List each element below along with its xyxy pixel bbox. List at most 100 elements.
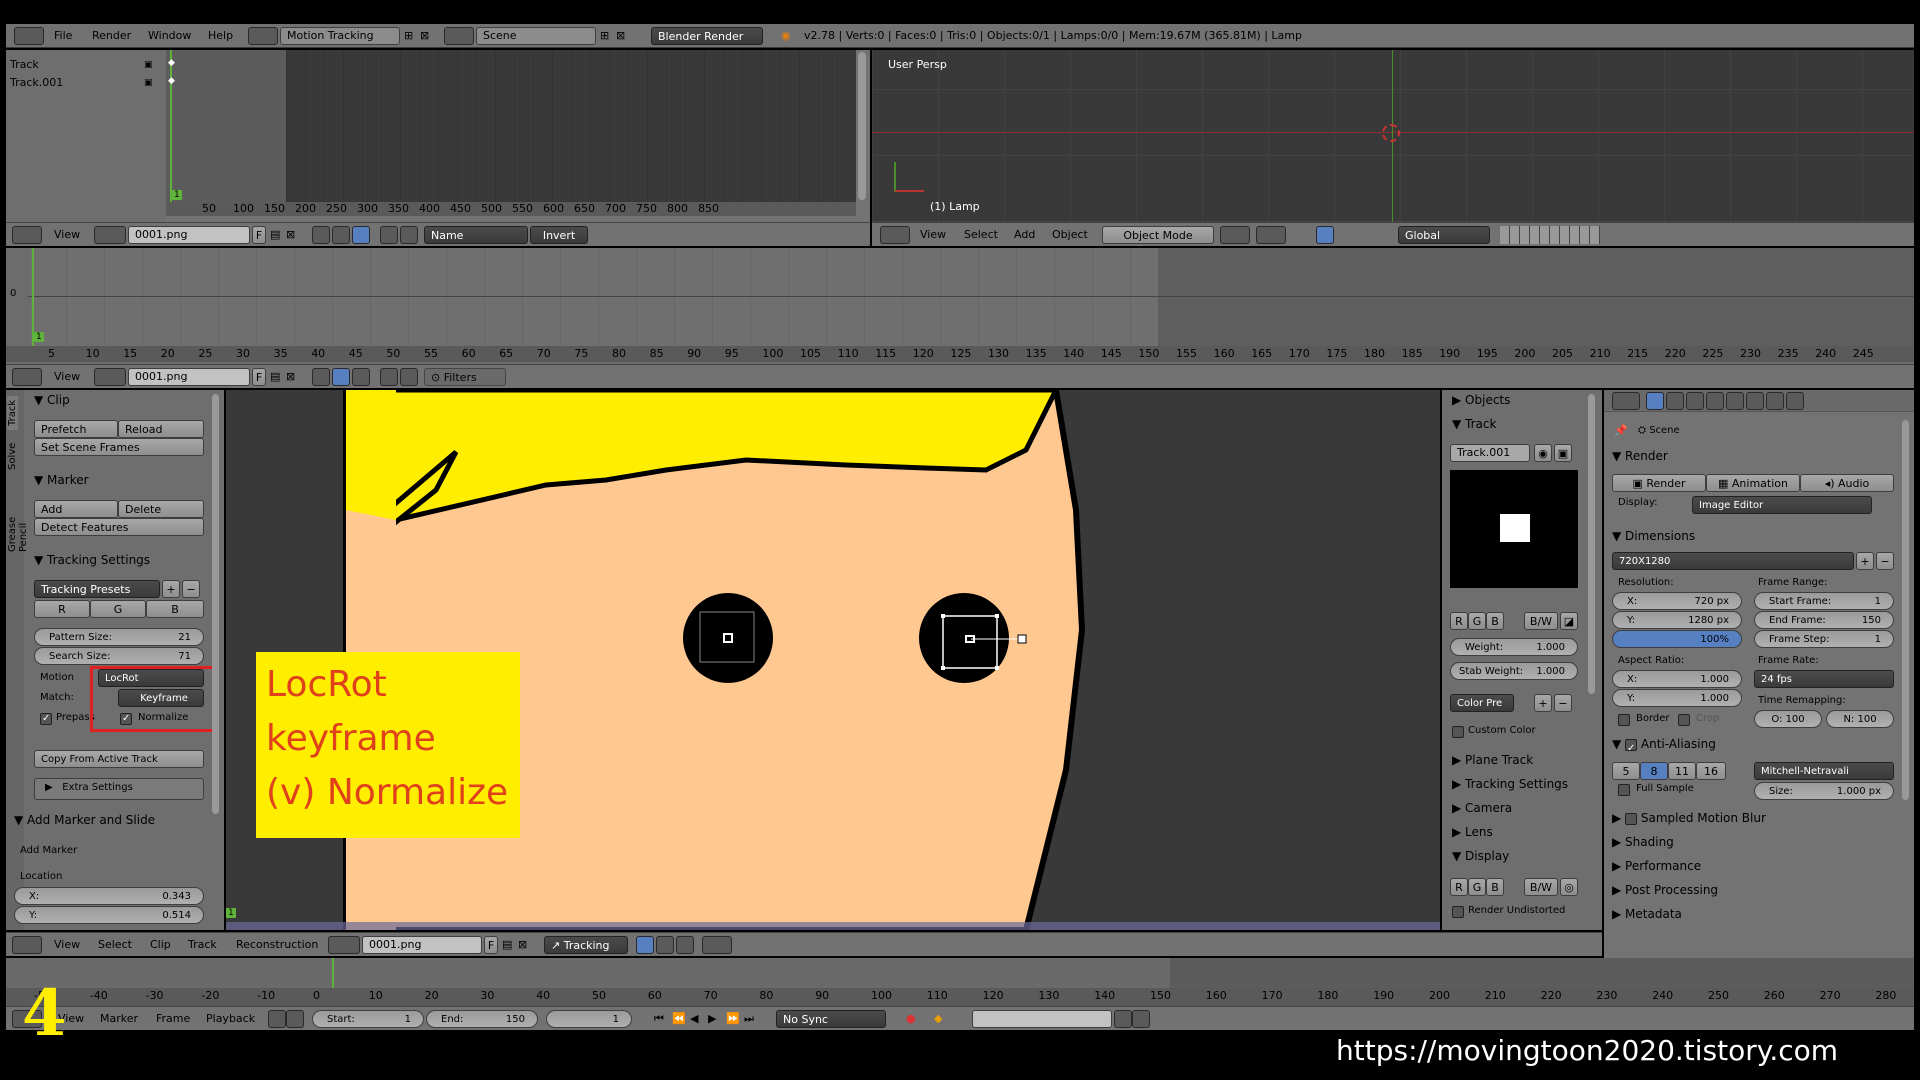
manipulator-icon[interactable]	[1316, 226, 1334, 244]
menu-add[interactable]: Add	[1014, 226, 1035, 244]
lock-icon[interactable]	[400, 226, 418, 244]
editor-type-icon[interactable]	[12, 226, 42, 244]
render-engine-select[interactable]: Blender Render	[651, 27, 763, 45]
pattern-size-field[interactable]: Pattern Size: 21	[34, 628, 204, 646]
copy-from-active-track-button[interactable]: Copy From Active Track	[34, 750, 204, 768]
start-frame-field[interactable]: Start: 1	[312, 1010, 424, 1028]
scene-tab-icon[interactable]	[1686, 392, 1704, 410]
keying-set-field[interactable]	[972, 1010, 1112, 1028]
mode-select[interactable]: Object Mode	[1102, 226, 1214, 244]
current-frame-field[interactable]: 1	[546, 1010, 632, 1028]
edit-icon[interactable]: ◪	[1560, 612, 1578, 630]
res-percentage-field[interactable]: 100%	[1612, 630, 1742, 648]
dopesheet-scrollbar[interactable]	[858, 52, 866, 200]
scene-icon[interactable]	[444, 27, 474, 45]
keying-set-icon[interactable]: ◆	[934, 1010, 942, 1028]
jump-end-icon[interactable]: ⏭	[744, 1010, 754, 1028]
search-size-field[interactable]: Search Size: 71	[34, 647, 204, 665]
audio-button[interactable]: ◂) Audio	[1800, 474, 1894, 492]
preview-range-icon[interactable]	[268, 1010, 286, 1028]
dimensions-header[interactable]: ▼ Dimensions	[1612, 526, 1695, 546]
channel-track-001[interactable]: Track.001	[10, 74, 63, 92]
menu-view[interactable]: View	[54, 936, 80, 954]
add-marker-slide-header[interactable]: ▼ Add Marker and Slide	[14, 810, 155, 830]
end-frame-field[interactable]: End: 150	[426, 1010, 538, 1028]
open-clip-icon[interactable]: ▤	[270, 368, 280, 386]
objects-panel-header[interactable]: ▶ Objects	[1452, 390, 1510, 410]
dimensions-preset-select[interactable]: 720X1280	[1612, 552, 1854, 570]
record-icon[interactable]: ●	[906, 1010, 916, 1028]
menu-frame[interactable]: Frame	[156, 1010, 190, 1028]
graph-area[interactable]: 0 1 5 10 15 20 25 30 35 40 45 50 55 60 65 70 75 80 85 90 9…	[6, 248, 1914, 366]
aspect-y-field[interactable]: Y: 1.000	[1612, 689, 1742, 707]
info-editor-icon[interactable]	[14, 27, 44, 45]
prefetch-button[interactable]: Prefetch	[34, 420, 118, 438]
track-panel-header[interactable]: ▼ Track	[1452, 414, 1496, 434]
display-select[interactable]: Image Editor	[1692, 496, 1872, 514]
tracking-settings-header[interactable]: ▶ Tracking Settings	[1452, 774, 1568, 794]
camera-header[interactable]: ▶ Camera	[1452, 798, 1512, 818]
menu-file[interactable]: File	[54, 27, 72, 45]
add-preset-icon[interactable]: +	[1856, 552, 1874, 570]
remove-preset-icon[interactable]: −	[182, 580, 200, 598]
remap-old-field[interactable]: O: 100	[1754, 710, 1822, 728]
motion-blur-checkbox[interactable]	[1625, 812, 1638, 825]
performance-header[interactable]: ▶ Performance	[1612, 856, 1701, 876]
screen-layout-field[interactable]: Motion Tracking	[280, 27, 400, 45]
add-scene-icon[interactable]: ⊞	[600, 27, 609, 45]
menu-object[interactable]: Object	[1052, 226, 1088, 244]
border-checkbox[interactable]	[1618, 714, 1630, 726]
res-y-field[interactable]: Y: 1280 px	[1612, 611, 1742, 629]
crop-checkbox[interactable]	[1678, 714, 1690, 726]
extra-settings-button[interactable]: ▶ Extra Settings	[34, 778, 204, 800]
remap-new-field[interactable]: N: 100	[1826, 710, 1894, 728]
tracking-settings-header[interactable]: ▼ Tracking Settings	[34, 550, 150, 570]
scene-field[interactable]: Scene	[476, 27, 596, 45]
view-mode-icon[interactable]	[636, 936, 654, 954]
3d-cursor-icon[interactable]	[1382, 124, 1400, 142]
channel-g-button[interactable]: G	[1468, 612, 1486, 630]
render-tab-icon[interactable]	[1646, 392, 1664, 410]
menu-help[interactable]: Help	[208, 27, 233, 45]
aa-samples-8[interactable]: 8	[1640, 762, 1668, 780]
clip-name-field[interactable]: 0001.png	[128, 226, 250, 244]
start-frame-field[interactable]: Start Frame: 1	[1754, 592, 1894, 610]
keyframe-icon[interactable]: ◆	[168, 58, 175, 68]
menu-view[interactable]: View	[920, 226, 946, 244]
keyframe-icon[interactable]: ◆	[168, 76, 175, 86]
remove-preset-icon[interactable]: −	[1554, 694, 1572, 712]
world-tab-icon[interactable]	[1706, 392, 1724, 410]
insert-keyframe-icon[interactable]	[1114, 1010, 1132, 1028]
close-clip-icon[interactable]: ⊠	[286, 226, 295, 244]
menu-reconstruction[interactable]: Reconstruction	[236, 936, 318, 954]
menu-render[interactable]: Render	[92, 27, 131, 45]
custom-color-checkbox[interactable]	[1452, 726, 1464, 738]
menu-marker[interactable]: Marker	[100, 1010, 138, 1028]
editor-type-icon[interactable]	[12, 936, 42, 954]
menu-select[interactable]: Select	[964, 226, 998, 244]
delete-keyframe-icon[interactable]	[1132, 1010, 1150, 1028]
remove-layout-icon[interactable]: ⊠	[420, 27, 429, 45]
tab-solve[interactable]: Solve	[7, 439, 18, 474]
clip-browse-icon[interactable]	[94, 368, 126, 386]
data-tab-icon[interactable]	[1766, 392, 1784, 410]
clip-name-field[interactable]: 0001.png	[128, 368, 250, 386]
shading-header[interactable]: ▶ Shading	[1612, 832, 1674, 852]
bw-button[interactable]: B/W	[1524, 612, 1558, 630]
plane-track-header[interactable]: ▶ Plane Track	[1452, 750, 1533, 770]
frame-step-field[interactable]: Frame Step: 1	[1754, 630, 1894, 648]
play-reverse-icon[interactable]: ◀	[690, 1010, 698, 1028]
dopesheet-timeline[interactable]	[286, 50, 856, 202]
fps-select[interactable]: 24 fps	[1754, 670, 1894, 688]
anti-aliasing-header[interactable]: ▼ Anti-Aliasing	[1612, 734, 1716, 754]
close-clip-icon[interactable]: ⊠	[286, 368, 295, 386]
aspect-x-field[interactable]: X: 1.000	[1612, 670, 1742, 688]
lock-icon[interactable]	[286, 1010, 304, 1028]
remove-scene-icon[interactable]: ⊠	[616, 27, 625, 45]
menu-clip[interactable]: Clip	[150, 936, 171, 954]
clip-browse-icon[interactable]	[94, 226, 126, 244]
pivot-icon[interactable]	[702, 936, 732, 954]
animation-button[interactable]: ▦ Animation	[1706, 474, 1800, 492]
lock-icon[interactable]: ▣	[1554, 444, 1572, 462]
add-preset-icon[interactable]: +	[1534, 694, 1552, 712]
